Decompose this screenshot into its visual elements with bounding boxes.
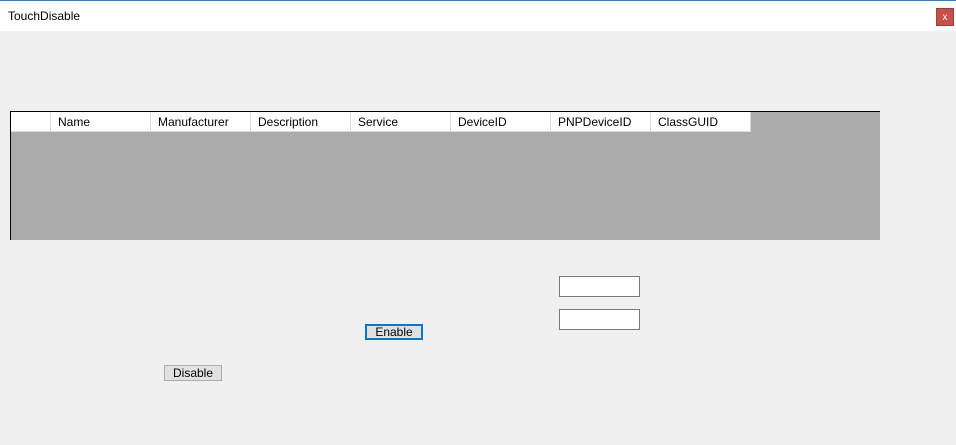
- column-header-description[interactable]: Description: [251, 112, 351, 132]
- column-header-service[interactable]: Service: [351, 112, 451, 132]
- disable-button[interactable]: Disable: [164, 365, 222, 381]
- column-header-pnpdeviceid[interactable]: PNPDeviceID: [551, 112, 651, 132]
- devices-grid[interactable]: Name Manufacturer Description Service De…: [10, 111, 880, 240]
- grid-header-row: Name Manufacturer Description Service De…: [11, 112, 751, 133]
- close-button[interactable]: x: [936, 8, 954, 26]
- column-header-deviceid[interactable]: DeviceID: [451, 112, 551, 132]
- column-header-name[interactable]: Name: [51, 112, 151, 132]
- column-header-manufacturer[interactable]: Manufacturer: [151, 112, 251, 132]
- column-header-classguid[interactable]: ClassGUID: [651, 112, 751, 132]
- window-title: TouchDisable: [8, 9, 81, 23]
- text-input-1[interactable]: [559, 276, 640, 297]
- title-bar: TouchDisable x: [0, 0, 956, 31]
- enable-button[interactable]: Enable: [365, 324, 423, 340]
- text-input-2[interactable]: [559, 309, 640, 330]
- grid-corner-cell[interactable]: [11, 112, 51, 132]
